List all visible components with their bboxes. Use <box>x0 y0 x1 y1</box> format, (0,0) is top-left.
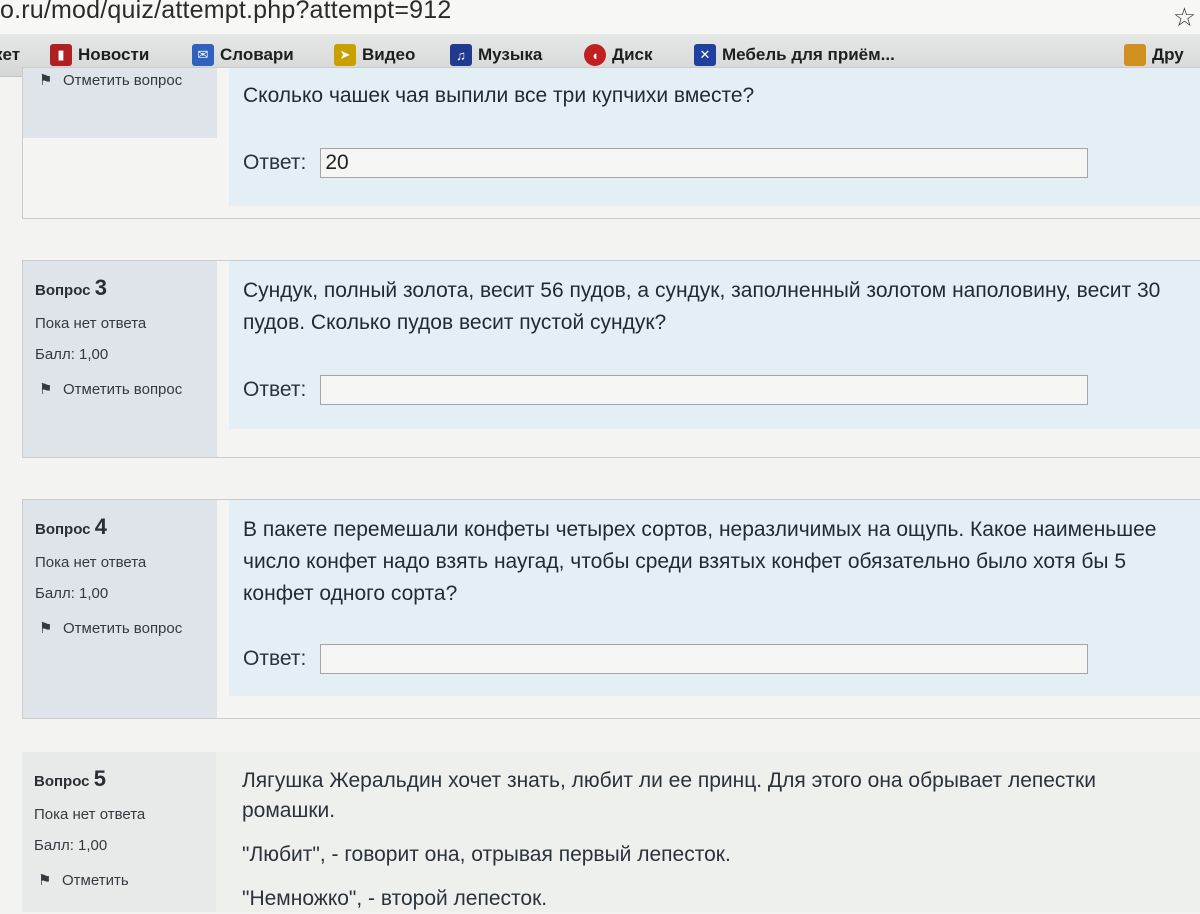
answer-input[interactable] <box>320 148 1089 178</box>
question-text: Сколько чашек чая выпили все три купчихи… <box>243 84 755 107</box>
flag-icon: ⚑ <box>39 620 53 637</box>
bookmark-star-icon[interactable]: ☆ <box>1173 2 1196 33</box>
question-content: Сколько чашек чая выпили все три купчихи… <box>229 68 1200 206</box>
address-bar[interactable]: o.ru/mod/quiz/attempt.php?attempt=912 ☆ <box>0 0 1200 34</box>
flag-question-button[interactable]: ⚑ Отметить вопрос <box>35 68 217 94</box>
bookmark-item-market[interactable]: кет <box>0 42 20 68</box>
question-state: Пока нет ответа <box>35 315 147 332</box>
bookmark-label: Новости <box>78 45 150 64</box>
question-info: Вопрос 3 Пока нет ответа Балл: 1,00 ⚑ Отм… <box>23 261 217 457</box>
url-text[interactable]: o.ru/mod/quiz/attempt.php?attempt=912 <box>0 0 451 25</box>
question-paragraph: "Немножко", - второй лепесток. <box>242 887 548 910</box>
question-text: Сундук, полный золота, весит 56 пудов, а… <box>243 279 1161 334</box>
bookmark-label: Музыка <box>478 45 543 64</box>
question-info: ⚑ Отметить вопрос <box>23 68 217 138</box>
flag-question-button[interactable]: ⚑ Отметить вопрос <box>35 616 217 642</box>
question-content: В пакете перемешали конфеты четырех сорт… <box>229 500 1200 696</box>
question-state: Пока нет ответа <box>35 554 147 571</box>
video-icon: ➤ <box>334 44 356 66</box>
bookmark-item-news[interactable]: ▮ Новости <box>50 42 149 68</box>
flag-question-button[interactable]: ⚑ Отметить <box>34 868 216 894</box>
bookmark-label: Видео <box>362 45 416 64</box>
flag-icon: ⚑ <box>39 72 53 89</box>
answer-input[interactable] <box>320 375 1089 405</box>
bookmark-item-other[interactable]: Дру <box>1124 42 1184 68</box>
question-info: Вопрос 4 Пока нет ответа Балл: 1,00 ⚑ Отм… <box>23 500 217 718</box>
bookmark-item-music[interactable]: ♫ Музыка <box>450 42 542 68</box>
question-block-5: Вопрос 5 Пока нет ответа Балл: 1,00 ⚑ Отм… <box>22 752 1200 912</box>
question-block-3: Вопрос 3 Пока нет ответа Балл: 1,00 ⚑ Отм… <box>22 260 1200 458</box>
question-number: Вопрос 4 <box>35 514 107 539</box>
quiz-page: ⚑ Отметить вопрос Сколько чашек чая выпил… <box>0 67 1200 912</box>
bookmark-label: Диск <box>612 45 653 64</box>
bookmark-item-disk[interactable]: ◖ Диск <box>584 42 653 68</box>
bookmark-label: кет <box>0 45 21 64</box>
question-number: Вопрос 3 <box>35 275 107 300</box>
bookmark-item-video[interactable]: ➤ Видео <box>334 42 415 68</box>
answer-label: Ответ: <box>243 647 307 670</box>
question-paragraph: "Любит", - говорит она, отрывая первый л… <box>242 843 731 866</box>
flag-question-button[interactable]: ⚑ Отметить вопрос <box>35 377 217 403</box>
answer-row: Ответ: <box>243 148 1089 178</box>
question-number: Вопрос 5 <box>34 766 106 791</box>
answer-row: Ответ: <box>243 375 1089 405</box>
question-grade: Балл: 1,00 <box>35 346 109 363</box>
flag-icon: ⚑ <box>39 381 53 398</box>
bookmark-label: Дру <box>1152 45 1184 64</box>
folder-icon <box>1124 44 1146 66</box>
disk-icon: ◖ <box>584 44 606 66</box>
question-paragraph: Лягушка Жеральдин хочет знать, любит ли … <box>242 769 1096 822</box>
news-icon: ▮ <box>50 44 72 66</box>
flag-icon: ⚑ <box>38 872 52 889</box>
question-grade: Балл: 1,00 <box>34 837 108 854</box>
bookmark-label: Мебель для приём... <box>722 45 895 64</box>
question-grade: Балл: 1,00 <box>35 585 109 602</box>
bookmark-label: Словари <box>220 45 294 64</box>
question-state: Пока нет ответа <box>34 806 146 823</box>
bookmark-item-furniture[interactable]: ✕ Мебель для приём... <box>694 42 895 68</box>
question-content: Сундук, полный золота, весит 56 пудов, а… <box>229 261 1200 429</box>
question-info: Вопрос 5 Пока нет ответа Балл: 1,00 ⚑ Отм… <box>22 752 216 912</box>
furniture-icon: ✕ <box>694 44 716 66</box>
answer-input[interactable] <box>320 644 1089 674</box>
music-icon: ♫ <box>450 44 472 66</box>
answer-label: Ответ: <box>243 378 307 401</box>
dictionary-icon: ✉ <box>192 44 214 66</box>
question-content: Лягушка Жеральдин хочет знать, любит ли … <box>228 752 1200 912</box>
answer-row: Ответ: <box>243 644 1089 674</box>
question-block-2: ⚑ Отметить вопрос Сколько чашек чая выпил… <box>22 67 1200 219</box>
bookmark-item-dictionary[interactable]: ✉ Словари <box>192 42 294 68</box>
answer-label: Ответ: <box>243 151 307 174</box>
question-text: В пакете перемешали конфеты четырех сорт… <box>243 518 1157 605</box>
question-block-4: Вопрос 4 Пока нет ответа Балл: 1,00 ⚑ Отм… <box>22 499 1200 719</box>
